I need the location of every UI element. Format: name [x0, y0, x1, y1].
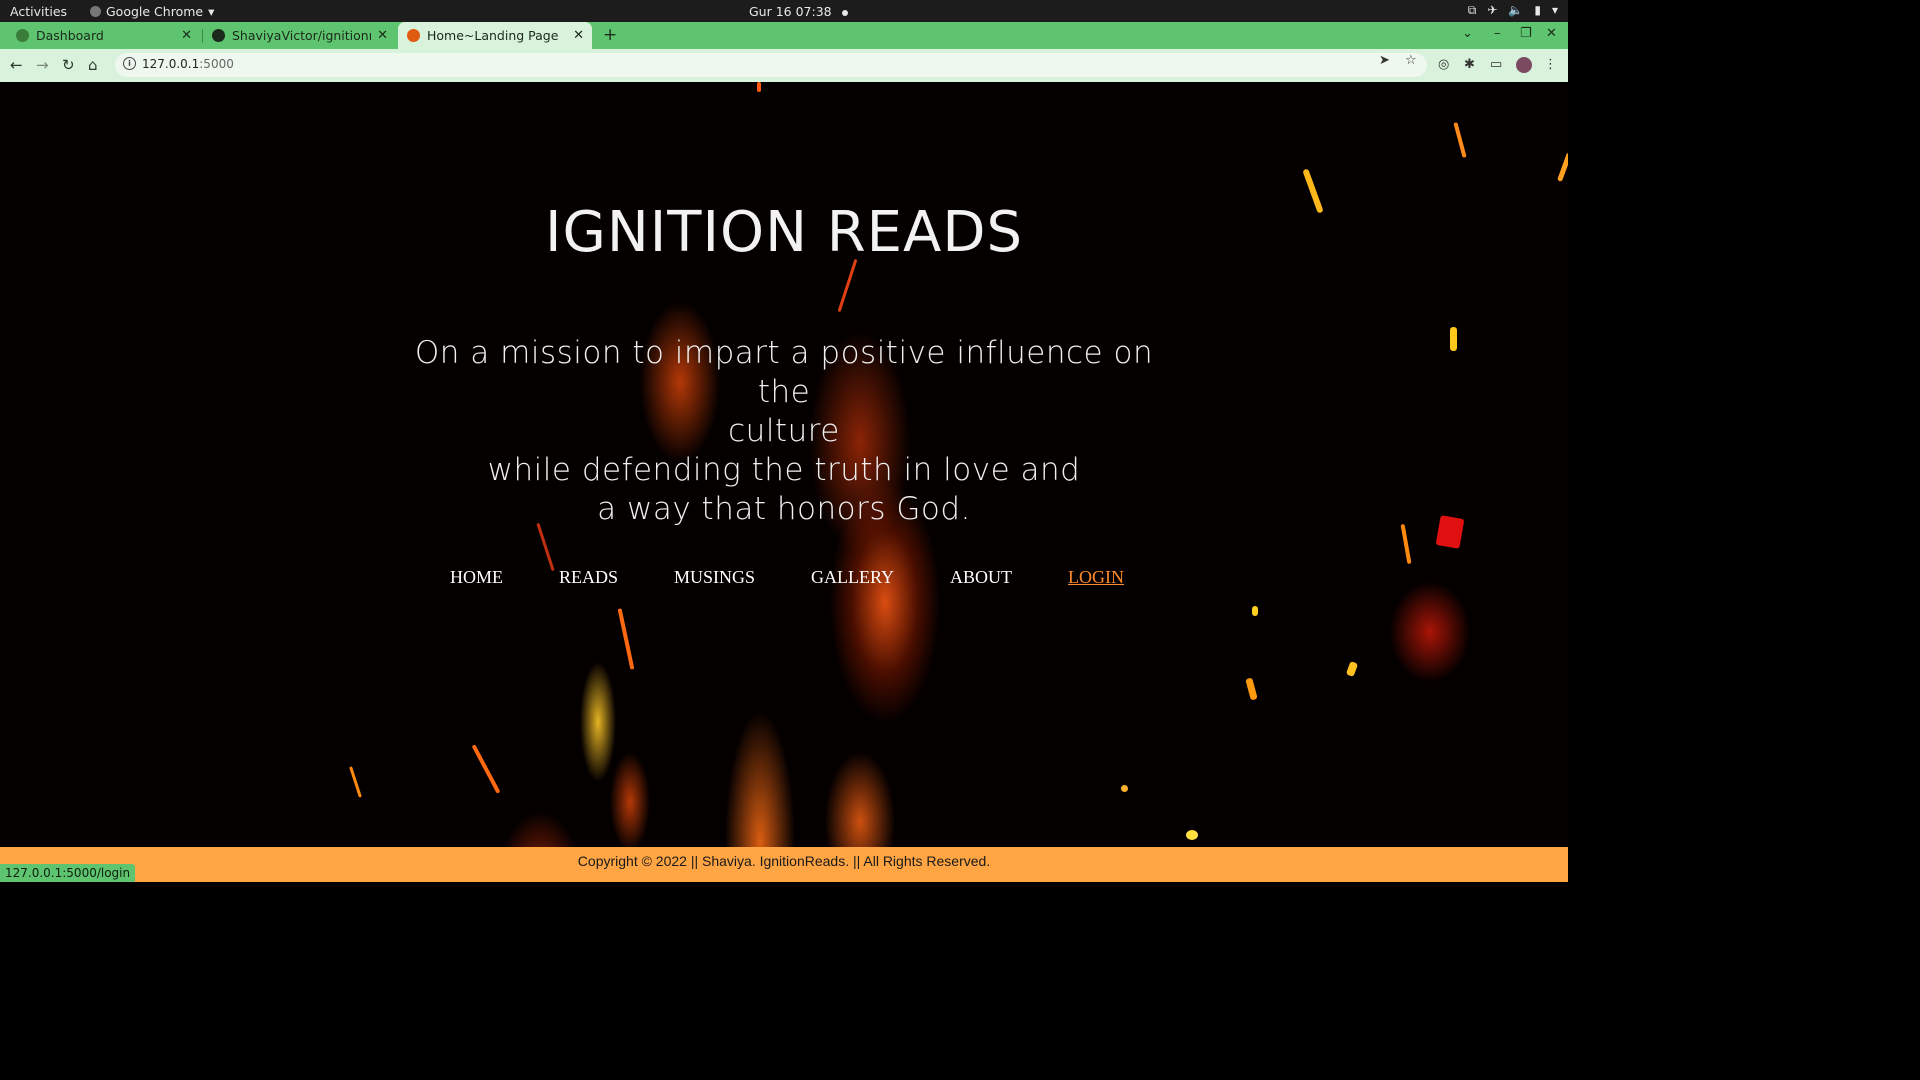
clock[interactable]: Gur 16 07:38 [749, 4, 848, 19]
send-page-icon[interactable]: ➤ [1379, 53, 1390, 68]
ember-spark [1400, 523, 1412, 565]
nav-home[interactable]: HOME [450, 567, 503, 588]
nav-musings[interactable]: MUSINGS [674, 567, 755, 588]
ember-spark [536, 522, 555, 572]
site-info-icon[interactable]: i [123, 57, 136, 70]
system-tray[interactable]: ⧉ ✈ 🔈 ▮ ▾ [1468, 3, 1558, 18]
battery-icon: ▮ [1534, 3, 1541, 17]
ember-spark [471, 744, 501, 794]
tab-title: Home~Landing Page [427, 28, 559, 43]
notification-dot-icon [841, 9, 848, 16]
nav-gallery[interactable]: GALLERY [811, 567, 894, 588]
caret-down-icon: ▾ [208, 4, 215, 19]
dashboard-favicon-icon [16, 29, 29, 42]
minimize-icon[interactable]: – [1494, 26, 1501, 41]
back-arrow-icon[interactable]: ← [10, 56, 23, 74]
mission-line: a way that honors God. [597, 491, 971, 527]
forward-arrow-icon[interactable]: → [36, 56, 49, 74]
site-footer: Copyright © 2022 || Shaviya. IgnitionRea… [0, 847, 1568, 882]
tab-title: Dashboard [36, 28, 104, 43]
copyright-text: Copyright © 2022 || Shaviya. IgnitionRea… [577, 853, 991, 869]
tab-github[interactable]: ShaviyaVictor/ignitionre ✕ [203, 22, 396, 49]
close-icon[interactable]: ✕ [181, 28, 192, 43]
ember-spark [1252, 606, 1258, 616]
ember-spark [1453, 122, 1467, 158]
new-tab-plus-icon[interactable]: + [603, 25, 617, 45]
bookmark-star-icon[interactable]: ☆ [1405, 53, 1417, 68]
home-icon[interactable]: ⌂ [88, 56, 98, 74]
ember-spark [1450, 327, 1457, 351]
ignition-reads-favicon-icon [407, 29, 420, 42]
ember-spark [1121, 785, 1128, 792]
network-icon: ⧉ [1467, 3, 1477, 17]
ember-spark [837, 258, 858, 313]
reload-icon[interactable]: ↻ [62, 56, 75, 74]
mission-line: On a mission to impart a positive influe… [414, 335, 1154, 410]
url-text[interactable]: 127.0.0.1:5000 [142, 57, 234, 71]
ember-spark [349, 766, 362, 798]
chrome-menu-icon[interactable]: ⋮ [1544, 57, 1557, 72]
activities-button[interactable]: Activities [10, 4, 67, 19]
mission-statement: On a mission to impart a positive influe… [414, 334, 1154, 529]
ember-spark [1345, 661, 1359, 677]
nav-about[interactable]: ABOUT [950, 567, 1012, 588]
tab-strip: Dashboard ✕ ShaviyaVictor/ignitionre ✕ H… [0, 22, 1568, 49]
window-close-icon[interactable]: ✕ [1546, 26, 1557, 41]
github-icon [212, 29, 225, 42]
page-hero: IGNITION READS On a mission to impart a … [0, 82, 1568, 847]
address-bar[interactable]: i 127.0.0.1:5000 [115, 53, 1427, 77]
chrome-icon [90, 6, 101, 17]
tab-search-chevron-icon[interactable]: ⌄ [1462, 26, 1473, 41]
clock-text: Gur 16 07:38 [749, 4, 832, 19]
url-host: 127.0.0.1 [142, 57, 200, 71]
ember-spark [1435, 515, 1465, 549]
tab-dashboard[interactable]: Dashboard ✕ [0, 22, 200, 49]
cast-icon[interactable]: ▭ [1490, 57, 1502, 72]
app-menu-label: Google Chrome [106, 4, 204, 19]
browser-toolbar: ← → ↻ ⌂ i 127.0.0.1:5000 ➤ ☆ ◎ ✱ ▭ ⋮ [0, 49, 1568, 82]
restore-icon[interactable]: ❐ [1520, 26, 1532, 41]
ember-spark [1245, 677, 1258, 701]
ember-spark [757, 82, 761, 92]
nav-login[interactable]: LOGIN [1068, 567, 1124, 588]
extension-icon[interactable]: ◎ [1438, 57, 1449, 72]
volume-icon: 🔈 [1508, 3, 1524, 17]
profile-avatar[interactable] [1516, 57, 1532, 73]
link-status-bubble: 127.0.0.1:5000/login [0, 864, 136, 882]
airplane-icon: ✈ [1487, 3, 1498, 17]
system-top-bar: Activities Google Chrome ▾ Gur 16 07:38 … [0, 0, 1568, 22]
url-port: :5000 [199, 57, 234, 71]
tab-home-landing[interactable]: Home~Landing Page ✕ [398, 22, 592, 49]
tab-title: ShaviyaVictor/ignitionre [232, 28, 372, 43]
mission-line: while defending the truth in love and [487, 452, 1081, 488]
ember-spark [1186, 830, 1198, 840]
mission-line: culture [728, 413, 840, 449]
site-title: IGNITION READS [544, 200, 1024, 265]
app-menu[interactable]: Google Chrome ▾ [90, 4, 214, 19]
close-icon[interactable]: ✕ [573, 28, 584, 43]
main-nav: HOME READS MUSINGS GALLERY ABOUT LOGIN [450, 567, 1124, 588]
ember-spark [1557, 152, 1568, 182]
extensions-puzzle-icon[interactable]: ✱ [1464, 57, 1475, 72]
nav-reads[interactable]: READS [559, 567, 618, 588]
ember-spark [617, 608, 635, 670]
close-icon[interactable]: ✕ [377, 28, 388, 43]
power-menu-icon: ▾ [1551, 3, 1558, 17]
